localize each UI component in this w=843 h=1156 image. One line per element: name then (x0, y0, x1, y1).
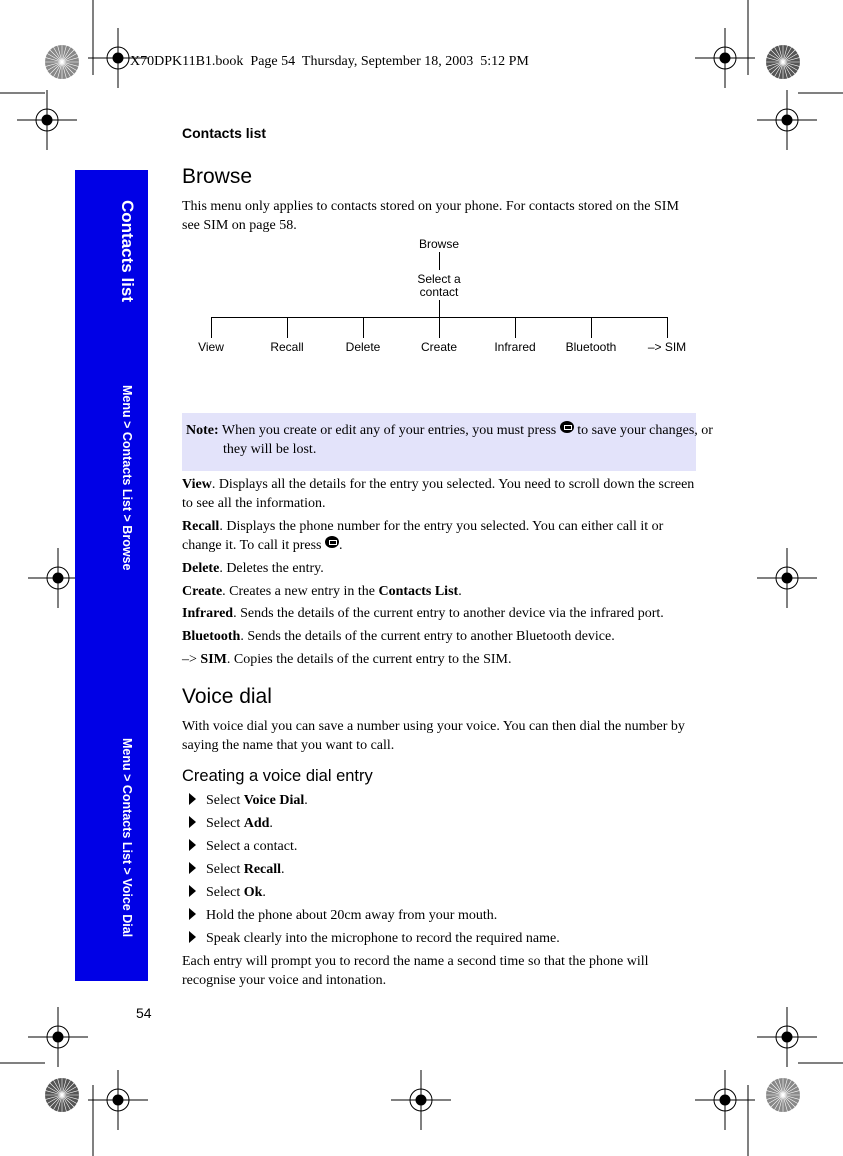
desc: . Sends the details of the current entry… (240, 629, 615, 644)
step-end: . (304, 793, 308, 808)
diagram-leaf: Delete (345, 340, 381, 354)
term: Infrared (182, 606, 234, 621)
desc: . Displays all the details for the entry… (182, 477, 695, 511)
term: Bluetooth (182, 629, 241, 644)
voice-dial-heading: Voice dial (182, 685, 272, 708)
step-bold: Add (243, 816, 270, 831)
step-item: Select Add. (189, 814, 273, 833)
note-label: Note: (186, 423, 219, 438)
diagram-leaf: –> SIM (647, 340, 687, 354)
item-delete: Delete. Deletes the entry. (182, 559, 697, 578)
step-text: Select (206, 862, 244, 877)
step-item: Select Recall. (189, 860, 285, 879)
bullet-triangle-icon (189, 862, 196, 874)
desc: . Deletes the entry. (219, 561, 324, 576)
step-bold: Voice Dial (243, 793, 305, 808)
bullet-triangle-icon (189, 816, 196, 828)
term: SIM (200, 652, 227, 667)
desc-end: . (458, 584, 462, 599)
step-text: Select (206, 816, 244, 831)
sidebar-path-browse: Menu > Contacts List > Browse (120, 385, 134, 571)
desc: . Copies the details of the current entr… (226, 652, 512, 667)
step-end: . (262, 885, 266, 900)
term: View (182, 477, 212, 492)
step-bold: Ok (243, 885, 263, 900)
step-text: Hold the phone about 20cm away from your… (206, 908, 498, 923)
call-key-icon (325, 536, 340, 548)
item-view: View. Displays all the details for the e… (182, 475, 697, 513)
term: Delete (182, 561, 220, 576)
diagram-leaf: Recall (270, 340, 304, 354)
desc-bold: Contacts List (378, 584, 459, 599)
note-text: Note: When you create or edit any of you… (186, 421, 723, 459)
step-item: Speak clearly into the microphone to rec… (189, 929, 560, 948)
step-end: . (281, 862, 285, 877)
desc-end: . (339, 538, 343, 553)
step-item: Select Voice Dial. (189, 791, 308, 810)
desc: . Displays the phone number for the entr… (182, 519, 664, 553)
note-text-before: When you create or edit any of your entr… (218, 423, 560, 438)
step-text: Select a contact. (206, 839, 298, 854)
step-bold: Recall (243, 862, 282, 877)
bullet-triangle-icon (189, 793, 196, 805)
step-text: Speak clearly into the microphone to rec… (206, 931, 560, 946)
diagram-leaf: Infrared (494, 340, 536, 354)
item-create: Create. Creates a new entry in the Conta… (182, 582, 697, 601)
page-number: 54 (136, 1005, 152, 1021)
bullet-triangle-icon (189, 931, 196, 943)
voice-dial-intro: With voice dial you can save a number us… (182, 719, 685, 753)
desc: . Sends the details of the current entry… (233, 606, 664, 621)
step-end: . (269, 816, 273, 831)
step-text: Select (206, 885, 244, 900)
save-key-icon (559, 421, 574, 433)
diagram-leaf: View (198, 340, 224, 354)
step-item: Select a contact. (189, 837, 297, 856)
bullet-triangle-icon (189, 908, 196, 920)
note-box: Note: When you create or edit any of you… (182, 413, 713, 471)
bullet-triangle-icon (189, 885, 196, 897)
item-bluetooth: Bluetooth. Sends the details of the curr… (182, 627, 697, 646)
desc: . Creates a new entry in the (222, 584, 379, 599)
voice-dial-subheading: Creating a voice dial entry (182, 767, 373, 785)
step-text: Select (206, 793, 244, 808)
item-sim: –> SIM. Copies the details of the curren… (182, 650, 697, 669)
prefix: –> (182, 652, 201, 667)
term: Recall (182, 519, 220, 534)
sidebar-path-voice-dial: Menu > Contacts List > Voice Dial (120, 738, 134, 938)
term: Create (182, 584, 223, 599)
item-infrared: Infrared. Sends the details of the curre… (182, 604, 697, 623)
diagram-leaf: Bluetooth (565, 340, 617, 354)
step-item: Hold the phone about 20cm away from your… (189, 906, 497, 925)
item-recall: Recall. Displays the phone number for th… (182, 517, 697, 555)
step-item: Select Ok. (189, 883, 266, 902)
bullet-triangle-icon (189, 839, 196, 851)
diagram-leaf: Create (420, 340, 458, 354)
voice-dial-outro: Each entry will prompt you to record the… (182, 954, 649, 988)
